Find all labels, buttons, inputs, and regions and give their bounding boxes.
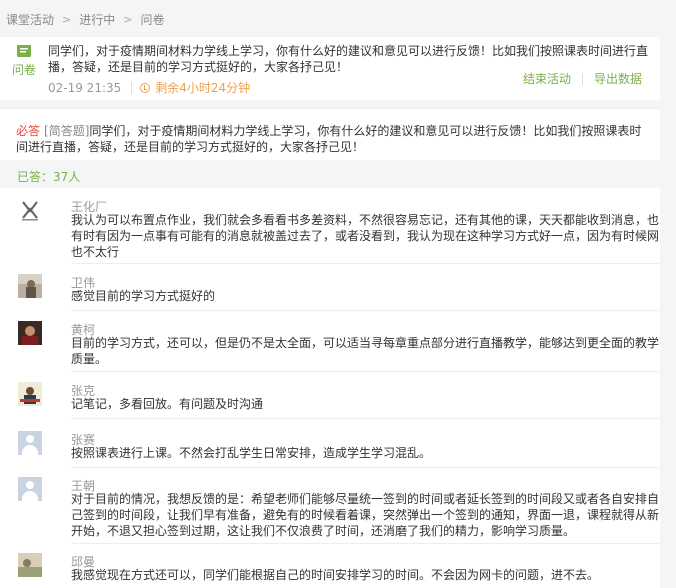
remaining-time: 剩余4小时24分钟 [155, 81, 251, 95]
required-tag: 必答 [16, 124, 41, 138]
survey-icon [17, 45, 31, 57]
survey-type-label: 问卷 [11, 63, 36, 77]
row-divider [71, 543, 660, 544]
answer-content: 我认为可以布置点作业，我们就会多看看书多差资料，不然很容易忘记，还有其他的课，天… [71, 213, 660, 259]
chevron-right-icon: > [62, 12, 72, 26]
default-avatar-icon [18, 431, 42, 455]
breadcrumb: 课堂活动 > 进行中 > 问卷 [6, 11, 164, 27]
answer-item: 邱曼 我感觉现在方式还可以，同学们能根据自己的时间安排学习的时间。不会因为网卡的… [18, 553, 660, 588]
breadcrumb-item-activities[interactable]: 课堂活动 [6, 11, 54, 28]
question-text-block: 必答 [简答题]同学们，对于疫情期间材料力学线上学习，你有什么好的建议和意见可以进… [16, 123, 646, 155]
row-divider [71, 310, 660, 311]
activity-header: 问卷 同学们，对于疫情期间材料力学线上学习，你有什么好的建议和意见可以进行反馈！… [0, 37, 660, 100]
answer-content: 感觉目前的学习方式挺好的 [71, 289, 216, 303]
answers-list: 王化厂 我认为可以布置点作业，我们就会多看看书多差资料，不然很容易忘记，还有其他… [0, 188, 660, 588]
answer-content: 目前的学习方式，还可以，但是仍不是太全面，可以适当寻每章重点部分进行直播教学，能… [71, 336, 660, 366]
activity-date: 02-19 21:35 [48, 80, 122, 95]
survey-type-badge: 问卷 [10, 45, 38, 78]
answer-item: 张赛 按照课表进行上课。不然会打乱学生日常安排，造成学生学习混乱。 [18, 431, 660, 468]
meta-divider [131, 81, 133, 94]
end-activity-button[interactable]: 结束活动 [523, 70, 571, 87]
avatar [18, 553, 42, 577]
activity-meta: 02-19 21:35 剩余4小时24分钟 [48, 79, 250, 96]
export-data-button[interactable]: 导出数据 [594, 70, 642, 87]
question-type: [简答题] [44, 124, 90, 138]
breadcrumb-item-survey: 问卷 [140, 12, 165, 27]
row-divider [71, 467, 660, 468]
answer-item: 黄柯 目前的学习方式，还可以，但是仍不是太全面，可以适当寻每章重点部分进行直播教… [18, 321, 660, 372]
answer-item: 王朝 对于目前的情况，我想反馈的是：希望老师们能够尽量统一签到的时间或者延长签到… [18, 477, 660, 544]
avatar [18, 382, 42, 406]
answer-item: 卫伟 感觉目前的学习方式挺好的 [18, 274, 660, 311]
avatar [18, 198, 42, 222]
answer-content: 对于目前的情况，我想反馈的是：希望老师们能够尽量统一签到的时间或者延长签到的时间… [71, 492, 660, 538]
chevron-right-icon: > [123, 12, 133, 26]
default-avatar-icon [18, 477, 42, 501]
row-divider [71, 371, 660, 372]
row-divider [71, 263, 660, 264]
answer-item: 王化厂 我认为可以布置点作业，我们就会多看看书多差资料，不然很容易忘记，还有其他… [18, 198, 660, 264]
answer-item: 张克 记笔记，多看回放。有问题及时沟通 [18, 382, 660, 419]
avatar [18, 274, 42, 298]
answer-content: 我感觉现在方式还可以，同学们能根据自己的时间安排学习的时间。不会因为网卡的问题，… [71, 568, 600, 582]
answer-content: 记笔记，多看回放。有问题及时沟通 [71, 397, 264, 411]
question-text: 同学们，对于疫情期间材料力学线上学习，你有什么好的建议和意见可以进行反馈！比如我… [16, 124, 642, 154]
answer-content: 按照课表进行上课。不然会打乱学生日常安排，造成学生学习混乱。 [71, 446, 432, 460]
answered-count: 已答：37人 [17, 170, 81, 184]
clock-icon [140, 82, 151, 93]
breadcrumb-item-in-progress[interactable]: 进行中 [79, 11, 115, 28]
avatar [18, 321, 42, 345]
activity-actions: 结束活动 导出数据 [523, 70, 642, 87]
actions-divider [581, 72, 583, 85]
row-divider [71, 418, 660, 419]
question-card: 必答 [简答题]同学们，对于疫情期间材料力学线上学习，你有什么好的建议和意见可以进… [0, 108, 660, 160]
